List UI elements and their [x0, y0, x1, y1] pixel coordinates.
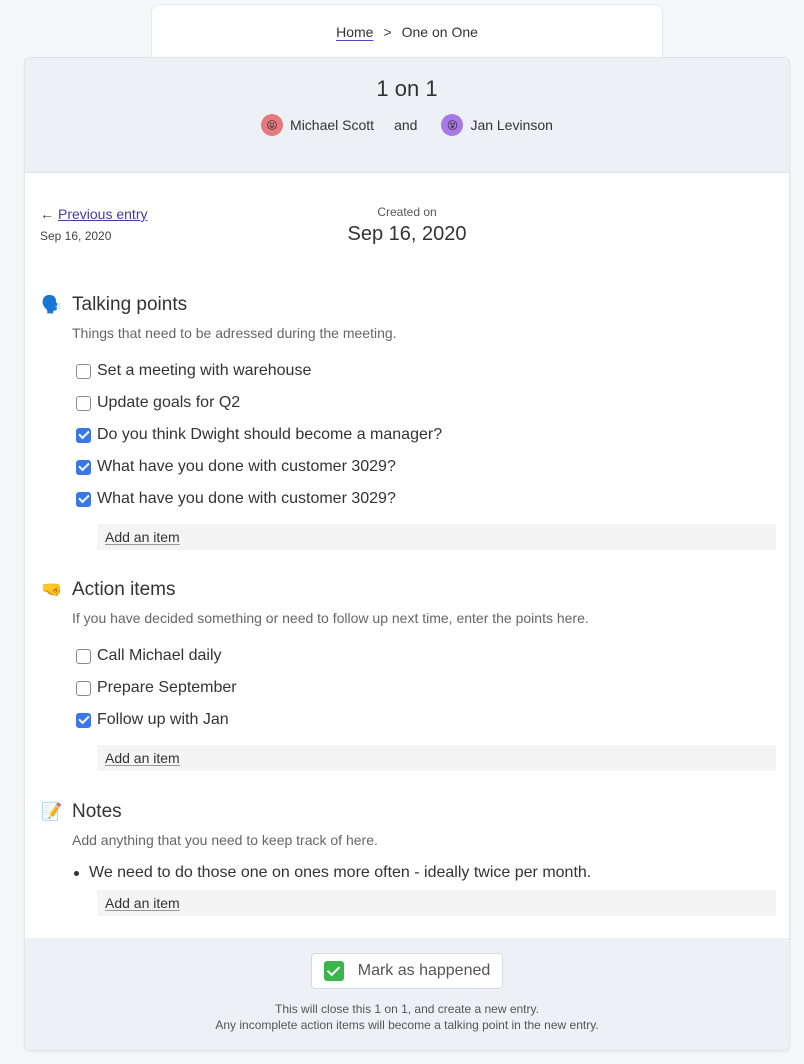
section-description: If you have decided something or need to…: [72, 610, 589, 626]
list-item: Set a meeting with warehouse: [76, 355, 776, 387]
fist-icon: 🤜: [41, 580, 63, 599]
list-item: We need to do those one on ones more oft…: [74, 858, 776, 888]
created-on-date: Sep 16, 2020: [347, 223, 467, 245]
item-label[interactable]: Update goals for Q2: [97, 394, 240, 412]
list-item: Follow up with Jan: [76, 704, 776, 736]
breadcrumb-home-link[interactable]: Home: [336, 24, 373, 40]
created-on-label: Created on: [377, 205, 437, 219]
one-on-one-card: 1 on 1 😝 Michael Scott and 😵 Jan Levinso…: [24, 57, 790, 1051]
list-item: Call Michael daily: [76, 640, 776, 672]
checkbox[interactable]: [76, 459, 91, 475]
breadcrumb: Home > One on One: [151, 4, 663, 58]
mark-as-happened-label: Mark as happened: [357, 962, 491, 979]
memo-icon: 📝: [41, 802, 63, 821]
checkbox[interactable]: [76, 427, 91, 443]
list-item: What have you done with customer 3029?: [76, 483, 776, 515]
action-items-list: Call Michael daily Prepare September Fol…: [76, 640, 776, 736]
add-note-button[interactable]: Add an item: [97, 890, 776, 916]
created-on: Created on Sep 16, 2020: [25, 205, 789, 246]
item-label[interactable]: What have you done with customer 3029?: [97, 458, 396, 476]
item-label[interactable]: What have you done with customer 3029?: [97, 490, 396, 508]
talking-points-list: Set a meeting with warehouse Update goal…: [76, 355, 776, 515]
item-label[interactable]: Follow up with Jan: [97, 711, 229, 729]
checkbox[interactable]: [76, 712, 91, 728]
notes-section: 📝 Notes Add anything that you need to ke…: [40, 798, 776, 916]
list-item: What have you done with customer 3029?: [76, 451, 776, 483]
footer-note-1: This will close this 1 on 1, and create …: [275, 1002, 539, 1016]
breadcrumb-current: One on One: [401, 23, 478, 40]
page-header: 1 on 1 😝 Michael Scott and 😵 Jan Levinso…: [25, 58, 789, 173]
checkbox[interactable]: [76, 491, 91, 507]
footer-note-2: Any incomplete action items will become …: [215, 1018, 599, 1032]
entry-navigation: ← Previous entry Sep 16, 2020 Created on …: [25, 173, 789, 273]
action-items-section: 🤜 Action items If you have decided somet…: [40, 576, 776, 771]
add-action-item-button[interactable]: Add an item: [97, 745, 776, 771]
checkbox[interactable]: [76, 363, 91, 379]
checkbox[interactable]: [76, 680, 91, 696]
item-label[interactable]: Call Michael daily: [97, 647, 222, 665]
checkbox[interactable]: [76, 395, 91, 411]
notes-list: We need to do those one on ones more oft…: [40, 858, 776, 888]
section-header: 🗣️ Talking points: [40, 291, 776, 319]
add-item-label[interactable]: Add an item: [105, 750, 180, 766]
breadcrumb-separator: >: [383, 23, 392, 40]
mark-as-happened-button[interactable]: Mark as happened: [310, 953, 504, 989]
add-talking-point-button[interactable]: Add an item: [97, 524, 776, 550]
add-item-label[interactable]: Add an item: [105, 895, 180, 911]
section-title: Notes: [72, 801, 122, 822]
item-label[interactable]: Set a meeting with warehouse: [97, 362, 311, 380]
speaking-head-icon: 🗣️: [41, 295, 63, 314]
participant-name-2: Jan Levinson: [470, 117, 553, 133]
section-title: Action items: [72, 579, 176, 600]
section-title: Talking points: [72, 294, 188, 315]
note-text[interactable]: We need to do those one on ones more oft…: [89, 864, 591, 882]
participants: 😝 Michael Scott and 😵 Jan Levinson: [25, 114, 789, 136]
section-header: 📝 Notes: [40, 798, 776, 826]
list-item: Prepare September: [76, 672, 776, 704]
item-label[interactable]: Do you think Dwight should become a mana…: [97, 426, 442, 444]
check-mark-icon: [323, 961, 344, 981]
list-item: Do you think Dwight should become a mana…: [76, 419, 776, 451]
bullet-icon: [74, 870, 79, 876]
avatar-michael-scott: 😝: [261, 114, 284, 136]
section-header: 🤜 Action items: [40, 576, 776, 604]
add-item-label[interactable]: Add an item: [105, 529, 180, 545]
talking-points-section: 🗣️ Talking points Things that need to be…: [40, 291, 776, 550]
participants-joiner: and: [394, 117, 418, 133]
page-title: 1 on 1: [376, 76, 438, 101]
participant-name-1: Michael Scott: [290, 117, 375, 133]
section-description: Add anything that you need to keep track…: [72, 832, 378, 848]
list-item: Update goals for Q2: [76, 387, 776, 419]
footer: Mark as happened This will close this 1 …: [25, 938, 789, 1050]
avatar-jan-levinson: 😵: [441, 114, 464, 136]
section-description: Things that need to be adressed during t…: [72, 325, 397, 341]
checkbox[interactable]: [76, 648, 91, 664]
item-label[interactable]: Prepare September: [97, 679, 237, 697]
